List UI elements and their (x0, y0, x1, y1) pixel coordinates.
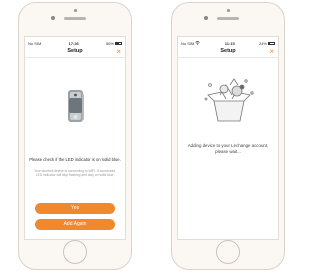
battery-percent: 24% (258, 40, 267, 46)
camera-dot (226, 9, 230, 12)
home-button-icon[interactable] (63, 240, 87, 264)
battery-group: 24% (259, 41, 275, 46)
battery-icon (268, 41, 275, 45)
front-camera (204, 16, 208, 20)
battery-fill (269, 42, 271, 44)
nav-bar: Setup × (25, 47, 125, 58)
camera-dot (73, 9, 77, 12)
battery-group: 56% (106, 41, 122, 46)
carrier-group: No SIM (181, 40, 201, 46)
led-check-hint: Your doorbell device is connecting to Wi… (34, 169, 116, 178)
nav-bar: Setup × (178, 47, 278, 58)
screen-left: No SIM 17:26 56% Setup × Please check if… (24, 36, 126, 240)
battery-fill (116, 42, 119, 44)
battery-icon (115, 41, 122, 45)
page-title: Setup (67, 48, 83, 54)
adding-device-message: Adding device to your Lechange account, … (187, 143, 269, 154)
led-check-message: Please check if the LED indicator is on … (29, 157, 121, 162)
close-icon[interactable]: × (269, 47, 274, 56)
phone-left: No SIM 17:26 56% Setup × Please check if… (18, 2, 132, 270)
status-time: 17:26 (68, 40, 79, 46)
home-button-icon[interactable] (216, 240, 240, 264)
screen-right: No SIM 11:15 24% Setup × Adding device t… (177, 36, 279, 240)
box-illustration-icon (204, 78, 254, 122)
carrier-label: No SIM (28, 40, 42, 46)
carrier-label: No SIM (181, 40, 195, 46)
add-again-button[interactable]: Add Again (35, 219, 115, 230)
front-camera (51, 16, 55, 20)
phone-right: No SIM 11:15 24% Setup × Adding device t… (171, 2, 285, 270)
status-bar: No SIM 17:26 56% (28, 40, 122, 46)
yes-button[interactable]: Yes (35, 203, 115, 214)
doorbell-device-icon (68, 90, 84, 122)
earpiece (64, 17, 86, 20)
status-time: 11:15 (224, 40, 235, 46)
close-icon[interactable]: × (116, 47, 121, 56)
battery-percent: 56% (105, 40, 114, 46)
wifi-icon (195, 41, 201, 46)
earpiece (217, 17, 239, 20)
status-bar: No SIM 11:15 24% (181, 40, 275, 46)
page-title: Setup (220, 48, 236, 54)
